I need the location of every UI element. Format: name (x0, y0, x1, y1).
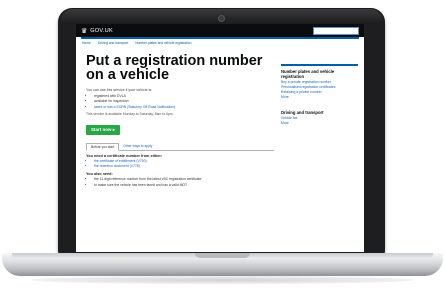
breadcrumb-home[interactable]: Home (82, 41, 91, 45)
list-item-link[interactable]: taxed or has a SORN (Statutory Off Road … (94, 105, 274, 110)
site-logo[interactable]: GOV.UK (90, 28, 113, 34)
section2-heading: You also need: (86, 172, 113, 177)
tab-other-ways[interactable]: Other ways to apply (119, 143, 156, 150)
sidebar-more-link[interactable]: More (281, 121, 358, 126)
laptop-screen: ♛ GOV.UK Home Driving and transport Numb… (76, 24, 364, 252)
chevron-right-icon: ▸ (112, 126, 116, 132)
breadcrumb-number-plates[interactable]: Number plates and vehicle registration (135, 41, 191, 45)
tab-before-you-start[interactable]: Before you start (86, 142, 120, 151)
tab-bar: Before you start Other ways to apply (86, 142, 274, 151)
laptop-shadow (30, 276, 415, 284)
breadcrumb-driving[interactable]: Driving and transport (98, 41, 129, 45)
certificate-list: the certificate of entitlement (V750) th… (86, 159, 274, 170)
page-title: Put a registration number on a vehicle (86, 53, 263, 83)
site-header: ♛ GOV.UK (76, 24, 364, 37)
breadcrumb: Home Driving and transport Number plates… (76, 39, 364, 45)
sidebar-heading-1: Number plates and vehicle registration (281, 69, 335, 79)
search-input[interactable] (313, 26, 359, 35)
availability-note: This service is available Monday to Satu… (86, 111, 174, 116)
intro-text: You can use this service if your vehicle… (86, 88, 153, 92)
sidebar-heading-2: Driving and transport (281, 110, 324, 115)
list-item: to make sure the vehicle has been taxed … (94, 183, 274, 188)
related-sidebar: Number plates and vehicle registration B… (281, 64, 358, 126)
section-heading: You need a certificate number from eithe… (86, 153, 163, 158)
main-content: Put a registration number on a vehicle Y… (86, 50, 274, 190)
requirements-list: the 11-digit reference number from the l… (86, 177, 274, 188)
crown-icon: ♛ (81, 27, 88, 35)
sidebar-rule (281, 64, 358, 66)
laptop-notch (195, 253, 250, 258)
eligibility-list: registered with DVLA available for inspe… (86, 94, 274, 110)
start-now-label: Start now (91, 126, 112, 132)
start-now-button[interactable]: Start now ▸ (86, 124, 121, 135)
list-item-link[interactable]: the retention document (V778) (94, 164, 274, 169)
webcam-icon (218, 15, 225, 22)
